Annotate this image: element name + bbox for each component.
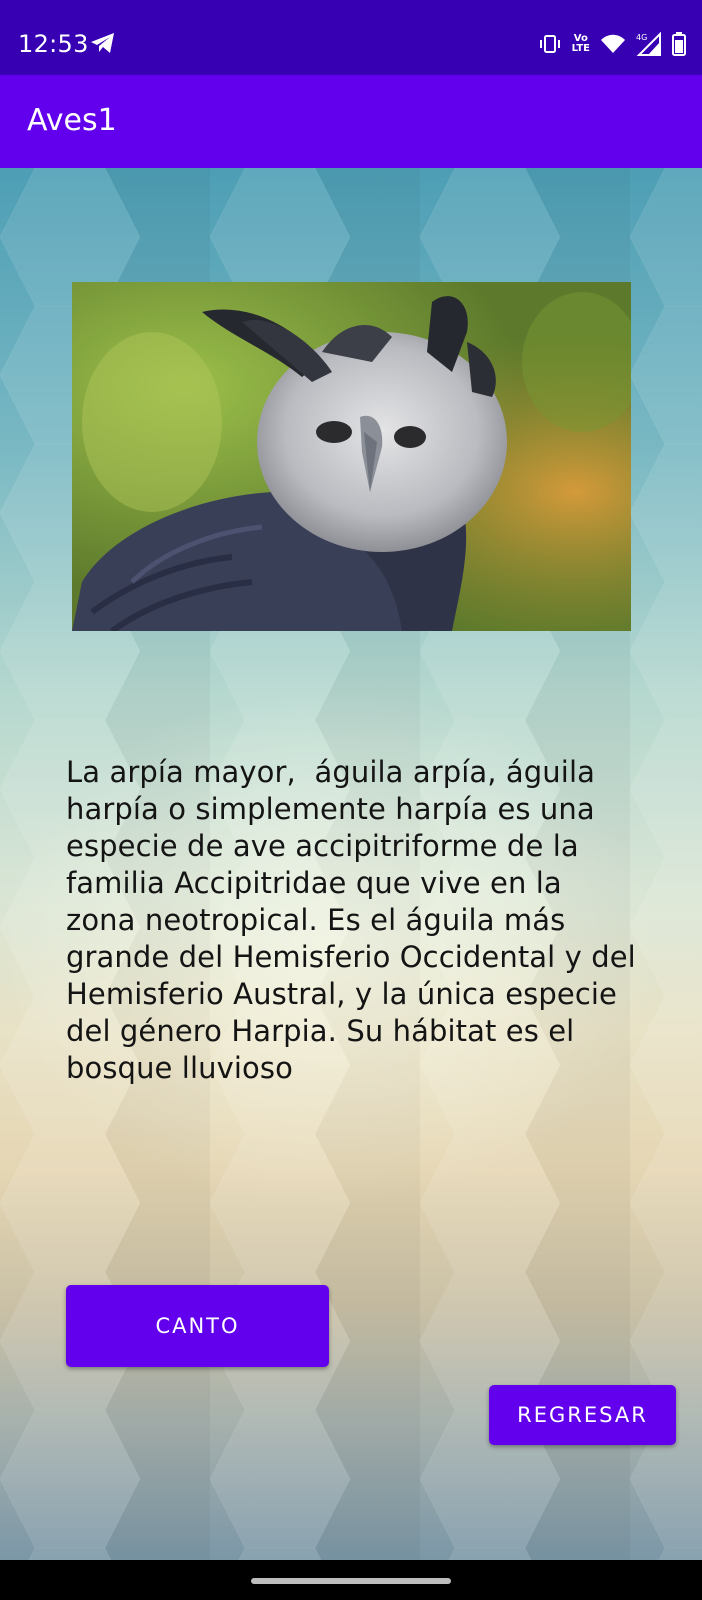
battery-icon — [672, 32, 686, 56]
status-icons: Vo LTE 4G — [538, 30, 686, 58]
wifi-icon — [601, 34, 625, 53]
canto-button[interactable]: CANTO — [66, 1285, 329, 1367]
bird-description: La arpía mayor, águila arpía, águila har… — [66, 755, 636, 1085]
content-area: La arpía mayor, águila arpía, águila har… — [0, 168, 702, 1560]
harpy-eagle-photo — [72, 282, 631, 631]
status-bar: 12:53 Vo LTE 4G — [0, 0, 702, 75]
regresar-button[interactable]: REGRESAR — [489, 1385, 676, 1445]
app-bar: Aves1 — [0, 75, 702, 168]
page-title: Aves1 — [27, 103, 117, 138]
vibrate-icon — [539, 35, 560, 53]
navigation-bar — [0, 1560, 702, 1600]
home-gesture-handle[interactable] — [251, 1578, 451, 1584]
svg-text:4G: 4G — [636, 33, 647, 42]
volte-icon: Vo LTE — [571, 33, 590, 54]
signal-4g-icon: 4G — [636, 32, 661, 56]
telegram-icon — [91, 33, 114, 53]
status-time: 12:53 — [18, 30, 89, 58]
